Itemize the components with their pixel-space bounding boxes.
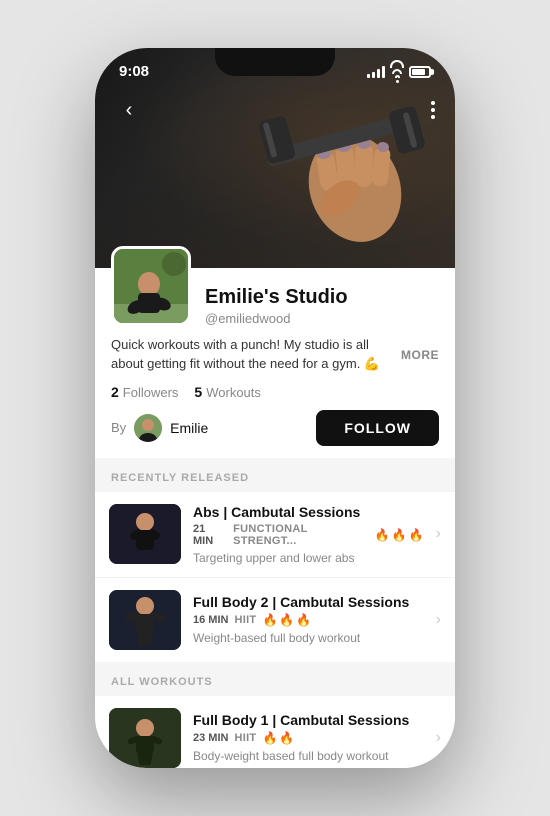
all-workouts-list: Full Body 1 | Cambutal Sessions 23 MIN H… bbox=[95, 696, 455, 768]
workout-duration: 23 MIN bbox=[193, 732, 228, 744]
workout-flames: 🔥 🔥 🔥 bbox=[375, 528, 424, 542]
workout-description: Weight-based full body workout bbox=[193, 631, 424, 645]
content-area[interactable]: RECENTLY RELEASED Abs | Cambu bbox=[95, 458, 455, 768]
workout-description: Body-weight based full body workout bbox=[193, 749, 424, 763]
workouts-count: 5 bbox=[194, 384, 202, 400]
workout-item[interactable]: Full Body 1 | Cambutal Sessions 23 MIN H… bbox=[95, 696, 455, 768]
bio-text: Quick workouts with a punch! My studio i… bbox=[111, 336, 401, 374]
followers-stat: 2 Followers bbox=[111, 384, 178, 400]
creator-name: Emilie bbox=[170, 420, 208, 436]
studio-name: Emilie's Studio bbox=[205, 286, 439, 309]
workout-item[interactable]: Full Body 2 | Cambutal Sessions 16 MIN H… bbox=[95, 578, 455, 662]
creator-info: By Emilie bbox=[111, 414, 208, 442]
workout-meta: 21 MIN FUNCTIONAL STRENGT... 🔥 🔥 🔥 bbox=[193, 523, 424, 547]
status-icons bbox=[367, 60, 431, 83]
profile-section: Emilie's Studio @emiliedwood Quick worko… bbox=[95, 268, 455, 458]
recently-released-header: RECENTLY RELEASED bbox=[95, 458, 455, 492]
workouts-stat: 5 Workouts bbox=[194, 384, 260, 400]
workout-duration: 16 MIN bbox=[193, 614, 228, 626]
workout-type: HIIT bbox=[234, 732, 256, 744]
workout-title: Full Body 2 | Cambutal Sessions bbox=[193, 594, 424, 610]
battery-icon bbox=[409, 66, 431, 78]
studio-handle: @emiliedwood bbox=[205, 311, 439, 326]
workouts-label: Workouts bbox=[206, 385, 261, 400]
workout-title: Abs | Cambutal Sessions bbox=[193, 504, 424, 520]
back-button[interactable]: ‹ bbox=[111, 92, 147, 128]
bio-section: Quick workouts with a punch! My studio i… bbox=[111, 336, 439, 374]
nav-bar: ‹ bbox=[95, 92, 455, 128]
recently-released-list: Abs | Cambutal Sessions 21 MIN FUNCTIONA… bbox=[95, 492, 455, 662]
studio-info: Emilie's Studio @emiliedwood bbox=[205, 286, 439, 326]
more-button-text[interactable]: MORE bbox=[401, 348, 439, 362]
workout-type: HIIT bbox=[234, 614, 256, 626]
by-label: By bbox=[111, 420, 126, 435]
followers-label: Followers bbox=[123, 385, 179, 400]
workout-thumbnail bbox=[109, 708, 181, 768]
chevron-right-icon: › bbox=[436, 611, 441, 629]
workout-flames: 🔥 🔥 🔥 bbox=[262, 613, 311, 627]
workout-flames: 🔥 🔥 bbox=[262, 731, 294, 745]
more-button[interactable] bbox=[427, 93, 439, 127]
workout-title: Full Body 1 | Cambutal Sessions bbox=[193, 712, 424, 728]
workout-info: Full Body 2 | Cambutal Sessions 16 MIN H… bbox=[193, 594, 424, 645]
workout-type: FUNCTIONAL STRENGT... bbox=[233, 523, 369, 547]
workout-meta: 16 MIN HIIT 🔥 🔥 🔥 bbox=[193, 613, 424, 627]
workout-description: Targeting upper and lower abs bbox=[193, 551, 424, 565]
creator-avatar bbox=[134, 414, 162, 442]
profile-header: Emilie's Studio @emiliedwood bbox=[111, 268, 439, 326]
followers-count: 2 bbox=[111, 384, 119, 400]
status-time: 9:08 bbox=[119, 63, 149, 80]
workout-item[interactable]: Abs | Cambutal Sessions 21 MIN FUNCTIONA… bbox=[95, 492, 455, 578]
workout-thumbnail bbox=[109, 504, 181, 564]
creator-row: By Emilie FOLLOW bbox=[111, 410, 439, 446]
signal-icon bbox=[367, 66, 385, 78]
workout-info: Abs | Cambutal Sessions 21 MIN FUNCTIONA… bbox=[193, 504, 424, 565]
workout-info: Full Body 1 | Cambutal Sessions 23 MIN H… bbox=[193, 712, 424, 763]
follow-button[interactable]: FOLLOW bbox=[316, 410, 439, 446]
stats-row: 2 Followers 5 Workouts bbox=[111, 384, 439, 400]
all-workouts-header: ALL WORKOUTS bbox=[95, 662, 455, 696]
chevron-right-icon: › bbox=[436, 729, 441, 747]
workout-thumbnail bbox=[109, 590, 181, 650]
avatar bbox=[111, 246, 191, 326]
workout-duration: 21 MIN bbox=[193, 523, 227, 547]
wifi-icon bbox=[390, 60, 404, 83]
chevron-right-icon: › bbox=[436, 525, 441, 543]
workout-meta: 23 MIN HIIT 🔥 🔥 bbox=[193, 731, 424, 745]
